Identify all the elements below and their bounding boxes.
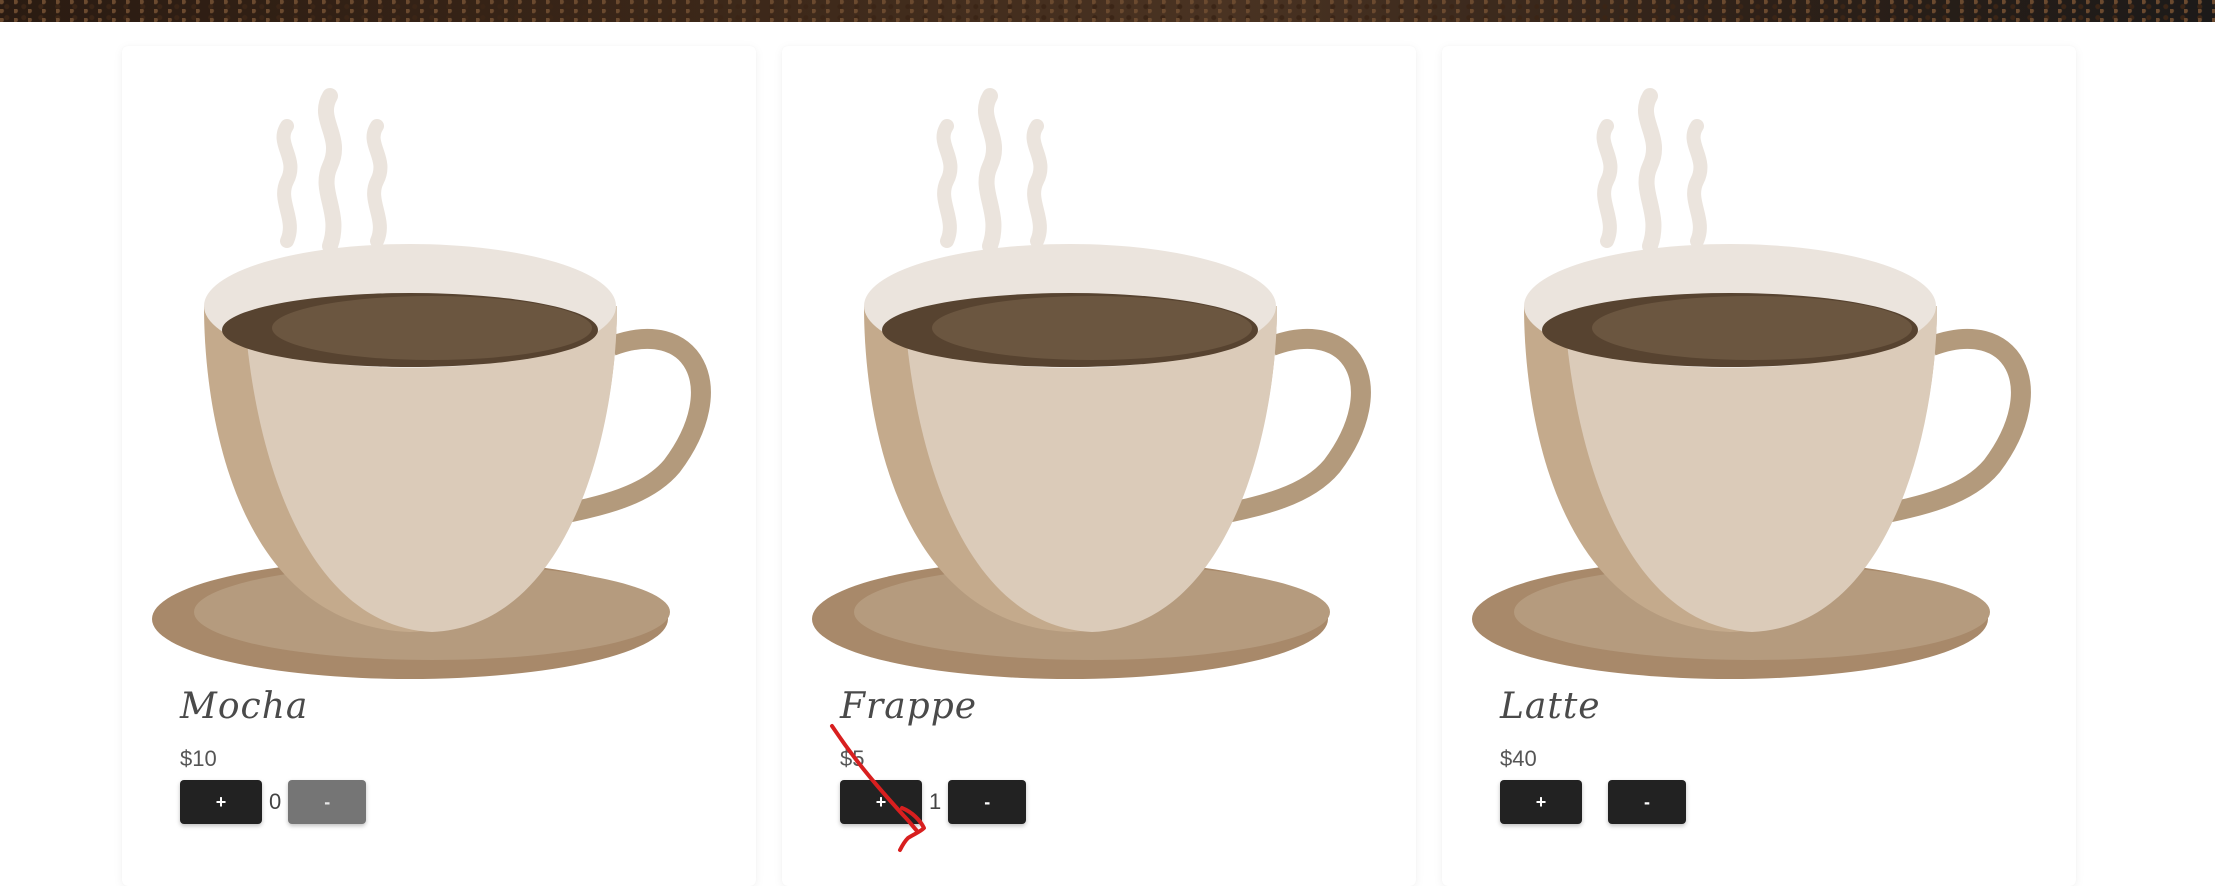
coffee-cup-icon [152,88,711,679]
product-card-latte: Latte $40 + - [1442,46,2076,886]
increment-button[interactable]: + [180,780,262,824]
red-arrow-icon [830,724,926,852]
quantity-stepper: + 0 - [180,779,367,825]
coffee-cup-icon [1472,88,2031,679]
decrement-button[interactable]: - [288,780,367,824]
product-card-mocha: Mocha $10 + 0 - [122,46,756,886]
quantity-value: 0 [269,789,282,814]
quantity-stepper: + - [1500,779,1686,825]
decrement-button[interactable]: - [1608,780,1686,824]
product-price: $40 [1500,746,1537,771]
increment-button[interactable]: + [1500,780,1582,824]
coffee-cup-icon [812,88,1371,679]
coffee-beans-banner [0,0,2215,22]
product-name: Mocha [180,686,309,727]
product-price: $10 [180,746,217,771]
product-grid: Mocha $10 + 0 - Frappe $5 + 1 - Latte $4… [122,46,2077,886]
product-name: Latte [1500,686,1601,727]
